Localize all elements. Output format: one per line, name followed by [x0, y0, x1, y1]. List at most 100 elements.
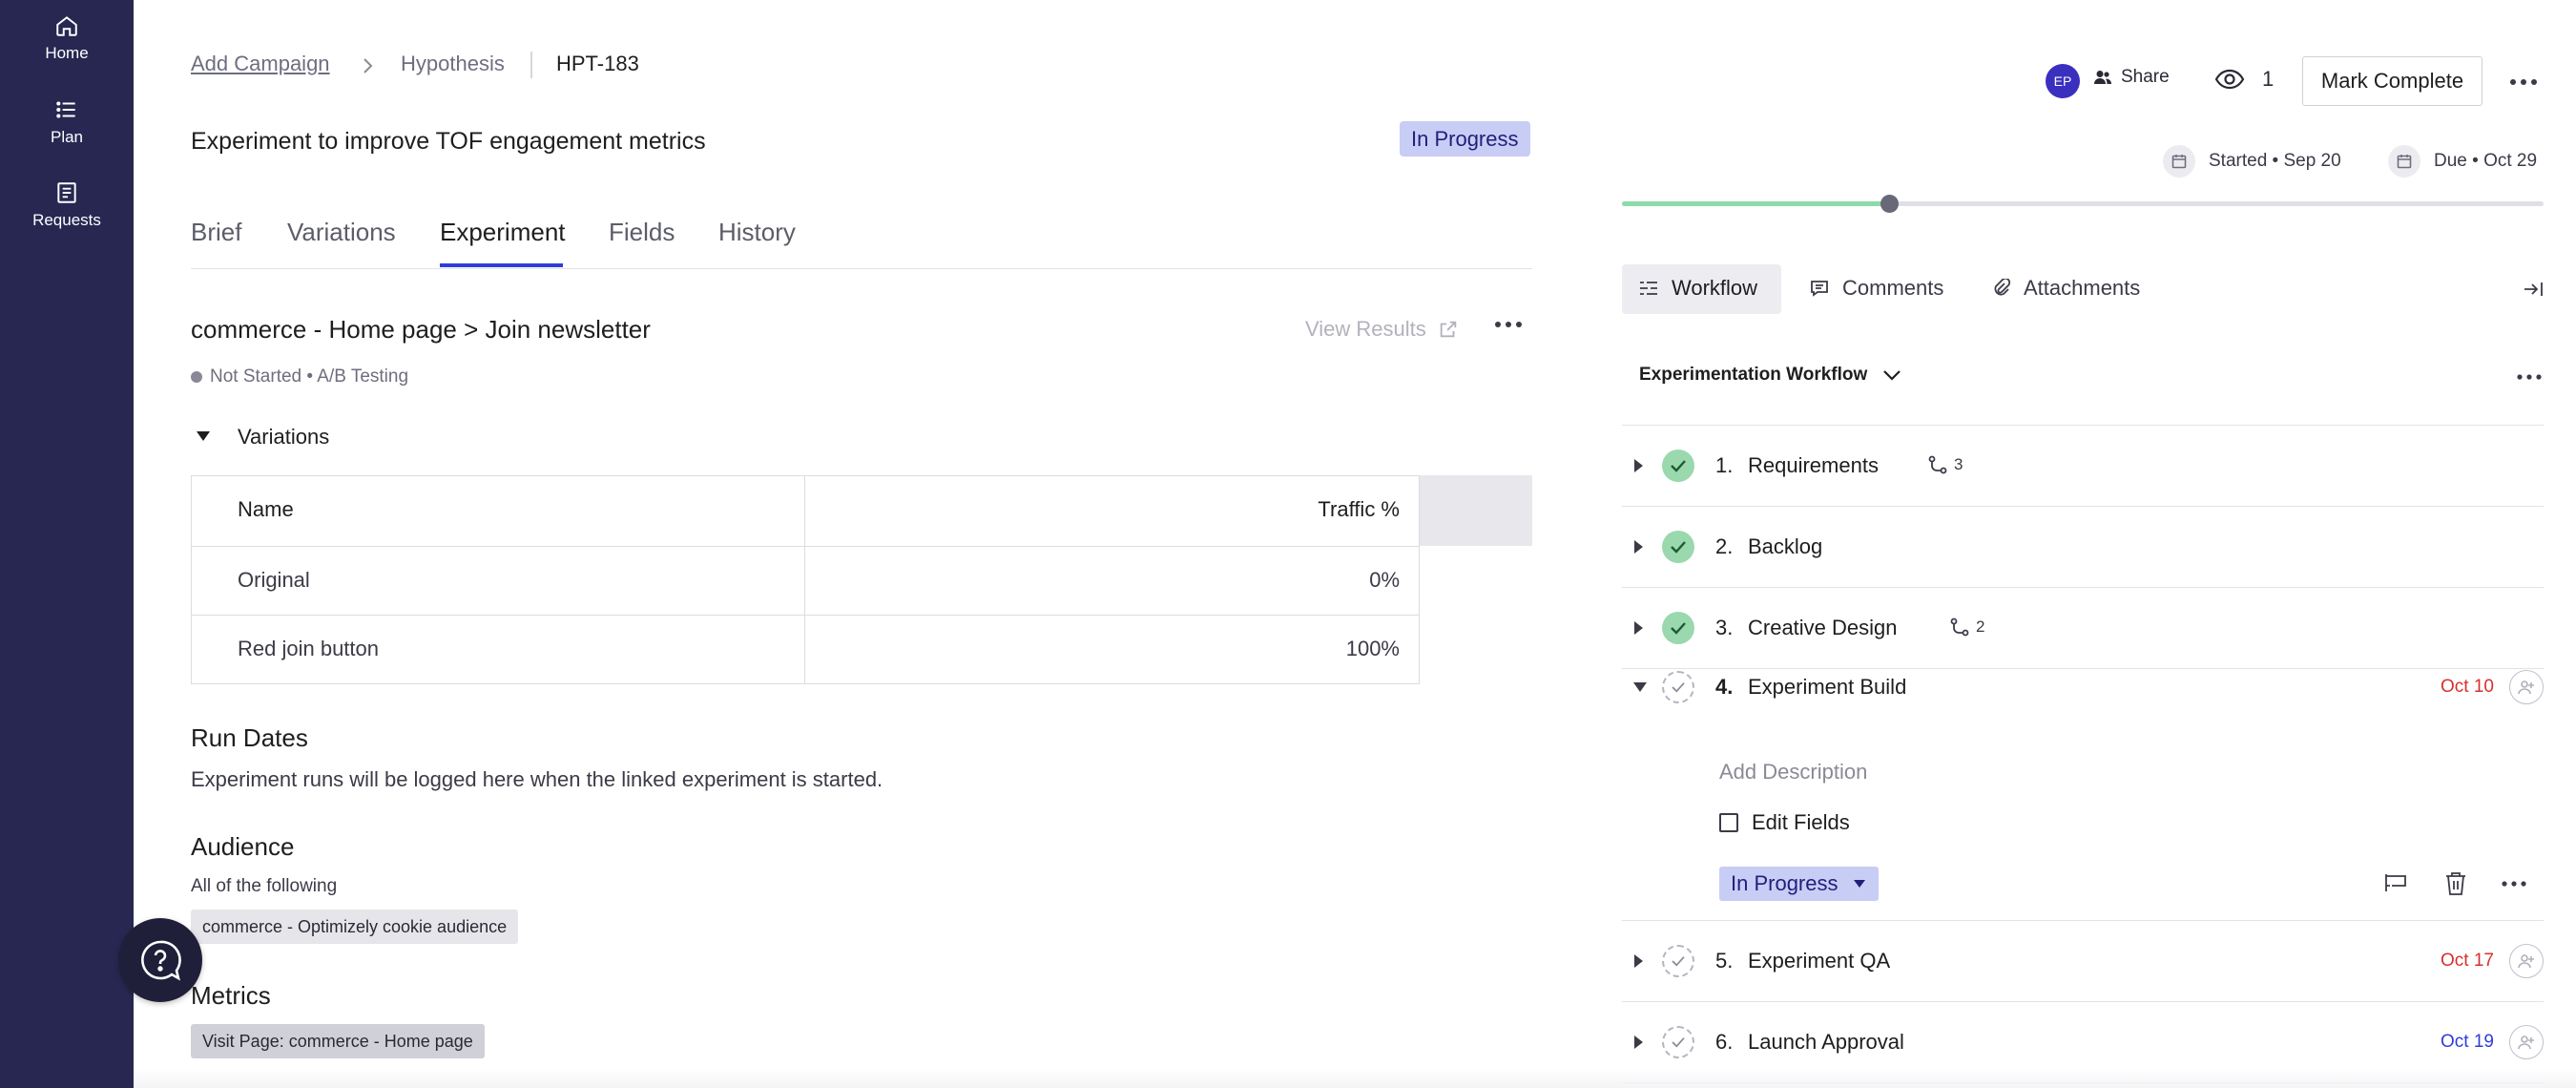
eye-icon [2214, 69, 2245, 90]
table-cell-traffic: 0% [1369, 568, 1400, 592]
sidebar-item-requests[interactable]: Requests [0, 180, 134, 230]
breadcrumb-current: HPT-183 [556, 52, 639, 75]
tab-workflow-label: Workflow [1672, 276, 1758, 300]
step-name[interactable]: Launch Approval [1748, 1030, 1904, 1055]
watchers-button[interactable]: 1 [2214, 67, 2274, 92]
chevron-down-icon [1882, 369, 1901, 381]
more-options-icon[interactable] [2517, 374, 2542, 380]
tab-history[interactable]: History [718, 218, 796, 247]
tab-experiment[interactable]: Experiment [440, 218, 566, 247]
step-due-date[interactable]: Oct 10 [2441, 677, 2494, 698]
workflow-step-expanded[interactable]: 4. Experiment Build Oct 10 Add Descripti… [1622, 670, 2544, 921]
tab-workflow[interactable]: Workflow [1639, 276, 1757, 301]
substeps-count[interactable]: 3 [1927, 454, 1963, 475]
caret-right-icon[interactable] [1631, 1034, 1645, 1051]
caret-down-icon[interactable] [195, 429, 212, 443]
avatar[interactable]: EP [2046, 64, 2080, 98]
step-complete-check[interactable] [1662, 1026, 1694, 1058]
caret-down-icon[interactable] [1631, 680, 1649, 694]
variations-heading[interactable]: Variations [238, 425, 329, 450]
start-date[interactable]: Started • Sep 20 [2163, 145, 2341, 178]
tab-brief[interactable]: Brief [191, 218, 241, 247]
calendar-icon [2388, 145, 2420, 178]
home-icon [0, 13, 134, 38]
audience-chip[interactable]: commerce - Optimizely cookie audience [191, 910, 519, 944]
step-due-date[interactable]: Oct 19 [2441, 1032, 2494, 1053]
more-options-icon[interactable] [1494, 321, 1523, 328]
row-divider [192, 615, 1419, 616]
scroll-fade [134, 1069, 2576, 1088]
due-date[interactable]: Due • Oct 29 [2388, 145, 2537, 178]
assign-user-icon[interactable] [2509, 944, 2544, 978]
mark-complete-button[interactable]: Mark Complete [2302, 56, 2483, 106]
table-cell-traffic: 100% [1345, 637, 1400, 660]
step-name[interactable]: Experiment Build [1748, 675, 1906, 700]
status-badge[interactable]: In Progress [1400, 121, 1530, 157]
step-number: 6. [1715, 1030, 1734, 1054]
tab-fields[interactable]: Fields [609, 218, 675, 247]
assign-user-icon[interactable] [2509, 1025, 2544, 1059]
more-options-icon[interactable] [2509, 78, 2538, 86]
workflow-name: Experimentation Workflow [1639, 365, 1868, 385]
breadcrumb-divider [530, 52, 532, 78]
checkbox[interactable] [1719, 813, 1738, 832]
metric-chip[interactable]: Visit Page: commerce - Home page [191, 1024, 485, 1058]
step-complete-check[interactable] [1662, 945, 1694, 977]
caret-right-icon[interactable] [1631, 457, 1645, 474]
step-name[interactable]: Requirements [1748, 453, 1879, 478]
sidebar-item-home[interactable]: Home [0, 13, 134, 63]
branch-icon [1949, 617, 1970, 638]
step-due-date[interactable]: Oct 17 [2441, 951, 2494, 972]
edit-fields-label: Edit Fields [1752, 810, 1850, 834]
workflow-step[interactable]: 2. Backlog [1622, 507, 2544, 588]
step-complete-check[interactable] [1662, 450, 1694, 482]
share-button[interactable]: Share [2094, 67, 2170, 88]
edit-fields-checkbox[interactable]: Edit Fields [1719, 810, 1850, 835]
progress-bar [1622, 195, 2544, 213]
row-divider [192, 546, 1419, 547]
step-complete-check[interactable] [1662, 531, 1694, 563]
help-button[interactable] [118, 918, 202, 1002]
column-header-traffic: Traffic % [1318, 497, 1400, 521]
substeps-count-text: 2 [1976, 617, 1985, 636]
workflow-step[interactable]: 5. Experiment QA Oct 17 [1622, 921, 2544, 1002]
assign-user-icon[interactable] [2509, 670, 2544, 704]
experiment-meta-text: Not Started • A/B Testing [210, 366, 409, 387]
collapse-panel-icon[interactable] [2523, 280, 2544, 299]
trash-icon[interactable] [2444, 871, 2467, 896]
step-name[interactable]: Backlog [1748, 534, 1822, 559]
progress-handle[interactable] [1880, 195, 1900, 213]
breadcrumb-hypothesis[interactable]: Hypothesis [401, 52, 505, 76]
view-results-link[interactable]: View Results [1305, 317, 1459, 342]
caret-right-icon[interactable] [1631, 538, 1645, 555]
tab-variations[interactable]: Variations [287, 218, 396, 247]
step-complete-check[interactable] [1662, 671, 1694, 703]
document-icon [0, 180, 134, 205]
caret-right-icon[interactable] [1631, 952, 1645, 970]
step-status-dropdown[interactable]: In Progress [1719, 867, 1879, 901]
experiment-meta: Not Started • A/B Testing [191, 366, 408, 387]
substeps-count[interactable]: 2 [1949, 617, 1984, 638]
tab-comments-label: Comments [1842, 276, 1944, 300]
tab-attachments[interactable]: Attachments [1993, 276, 2140, 301]
step-name[interactable]: Experiment QA [1748, 949, 1890, 973]
tab-comments[interactable]: Comments [1810, 276, 1943, 301]
sidebar-item-plan[interactable]: Plan [0, 97, 134, 147]
workflow-step[interactable]: 1. Requirements 3 [1622, 426, 2544, 507]
workflow-dropdown[interactable]: Experimentation Workflow [1639, 365, 1901, 386]
step-complete-check[interactable] [1662, 612, 1694, 644]
caret-right-icon[interactable] [1631, 619, 1645, 637]
more-options-icon[interactable] [2502, 881, 2526, 887]
calendar-icon [2163, 145, 2195, 178]
step-name[interactable]: Creative Design [1748, 616, 1898, 640]
step-number: 1. [1715, 453, 1734, 477]
workflow-icon [1639, 280, 1658, 297]
step-number: 5. [1715, 949, 1734, 973]
column-divider [804, 476, 805, 683]
add-substep-icon[interactable] [2383, 871, 2410, 894]
add-description-field[interactable]: Add Description [1719, 760, 1867, 785]
workflow-step[interactable]: 3. Creative Design 2 [1622, 588, 2544, 669]
breadcrumb-add-campaign-link[interactable]: Add Campaign [191, 52, 330, 76]
branch-icon [1927, 454, 1948, 475]
table-cell-name: Original [238, 568, 310, 592]
